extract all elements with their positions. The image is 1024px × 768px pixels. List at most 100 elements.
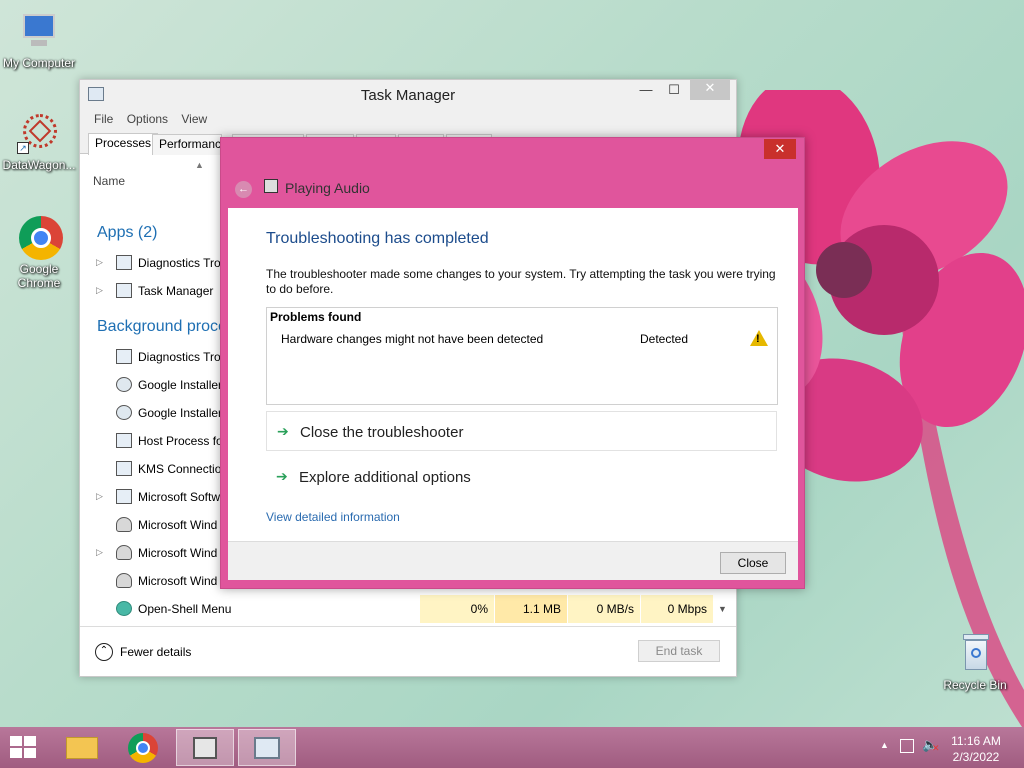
clock-time: 11:16 AM <box>951 734 1001 748</box>
memory-cell: 1.1 MB <box>495 595 567 623</box>
task-manager-icon <box>116 283 132 298</box>
task-manager-footer: ⌃ Fewer details End task <box>80 626 736 676</box>
chrome-icon <box>17 216 63 260</box>
file-explorer-icon <box>66 737 98 759</box>
menu-view[interactable]: View <box>181 112 207 126</box>
view-detailed-information-link[interactable]: View detailed information <box>266 510 400 524</box>
option-label: Explore additional options <box>299 469 471 486</box>
dialog-close-button[interactable]: ✕ <box>764 139 796 159</box>
process-name: Microsoft Softw <box>138 490 221 504</box>
problems-header: Problems found <box>270 310 362 324</box>
service-icon <box>116 433 132 448</box>
clock-date: 2/3/2022 <box>952 750 1000 764</box>
show-hidden-icons-icon[interactable]: ▲ <box>880 740 889 750</box>
computer-icon <box>17 10 61 54</box>
task-manager-icon <box>254 737 280 759</box>
expand-chevron-icon[interactable]: ▷ <box>96 491 103 502</box>
troubleshooter-icon <box>193 737 217 759</box>
user-process-icon <box>116 545 132 560</box>
scroll-down-icon[interactable]: ▼ <box>718 604 727 614</box>
recycle-bin-icon <box>953 632 997 676</box>
sort-arrow-icon: ▲ <box>195 160 204 170</box>
cpu-cell: 0% <box>420 595 494 623</box>
fewer-details-button[interactable]: Fewer details <box>120 645 191 659</box>
dialog-body: Troubleshooting has completed The troubl… <box>228 208 798 541</box>
process-name: Microsoft Wind <box>138 574 218 588</box>
column-name[interactable]: Name <box>93 174 125 188</box>
desktop-icon-datawagon[interactable]: ↗ DataWagon... <box>0 112 78 172</box>
problem-status: Detected <box>640 332 689 346</box>
expand-chevron-icon[interactable]: ▷ <box>96 285 103 296</box>
user-process-icon <box>116 517 132 532</box>
desktop-icon-label: Recycle Bin <box>943 678 1007 692</box>
desktop-icon-chrome[interactable]: Google Chrome <box>0 216 78 290</box>
arrow-right-icon: ➔ <box>277 423 289 439</box>
troubleshooter-dialog: ✕ ← Playing Audio Troubleshooting has co… <box>220 137 805 589</box>
menu-file[interactable]: File <box>94 112 113 126</box>
arrow-right-icon: ➔ <box>276 468 288 484</box>
taskbar-chrome[interactable] <box>114 729 172 766</box>
group-apps: Apps (2) <box>97 224 158 241</box>
close-button[interactable]: ✕ <box>690 80 730 100</box>
tab-processes[interactable]: Processes <box>88 133 159 155</box>
desktop-icon-my-computer[interactable]: My Computer <box>0 10 78 70</box>
process-name: Google Installer <box>138 406 223 420</box>
tab-performance[interactable]: Performanc <box>152 134 222 155</box>
network-cell: 0 Mbps <box>641 595 713 623</box>
table-row[interactable]: Open-Shell Menu 0% 1.1 MB 0 MB/s 0 Mbps … <box>80 595 736 623</box>
taskbar-troubleshooter[interactable] <box>176 729 234 766</box>
dialog-title: Playing Audio <box>285 180 370 196</box>
muted-x-icon: ✕ <box>932 743 940 753</box>
network-icon[interactable] <box>900 739 914 753</box>
maximize-button[interactable]: ☐ <box>660 82 688 102</box>
end-task-button[interactable]: End task <box>638 640 720 662</box>
start-button[interactable] <box>10 736 38 760</box>
explore-options-option[interactable]: ➔ Explore additional options <box>266 457 777 497</box>
completion-heading: Troubleshooting has completed <box>266 230 489 247</box>
disk-cell: 0 MB/s <box>568 595 640 623</box>
problem-description: Hardware changes might not have been det… <box>281 332 544 346</box>
problems-found-box: Problems found Hardware changes might no… <box>266 307 778 405</box>
troubleshooter-icon <box>116 349 132 364</box>
minimize-button[interactable]: — <box>632 82 660 102</box>
installer-icon <box>116 405 132 420</box>
chevron-up-icon[interactable]: ⌃ <box>95 643 113 661</box>
close-troubleshooter-option[interactable]: ➔ Close the troubleshooter <box>266 411 777 451</box>
taskbar-task-manager[interactable] <box>238 729 296 766</box>
taskbar: ▲ 🔈 ✕ 11:16 AM 2/3/2022 <box>0 727 1024 768</box>
process-name: Google Installer <box>138 378 223 392</box>
menu-options[interactable]: Options <box>127 112 168 126</box>
installer-icon <box>116 377 132 392</box>
process-name: Diagnostics Tro <box>138 350 221 364</box>
process-name: Diagnostics Tro <box>138 256 221 270</box>
chrome-center <box>136 741 150 755</box>
expand-chevron-icon[interactable]: ▷ <box>96 257 103 268</box>
desktop-icon-label: Google Chrome <box>17 262 61 290</box>
process-name: Microsoft Wind <box>138 546 218 560</box>
title-bar[interactable]: Task Manager — ☐ ✕ <box>80 80 736 108</box>
desktop-icon-recycle-bin[interactable]: Recycle Bin <box>936 632 1014 692</box>
back-arrow-icon[interactable]: ← <box>235 181 252 198</box>
open-shell-icon <box>116 601 132 616</box>
process-name: Open-Shell Menu <box>138 602 232 616</box>
dialog-footer: Close <box>228 541 798 580</box>
option-label: Close the troubleshooter <box>300 424 464 441</box>
process-name: Task Manager <box>138 284 214 298</box>
taskbar-file-explorer[interactable] <box>53 729 111 766</box>
desktop-icon-label: My Computer <box>2 56 76 70</box>
troubleshooter-icon <box>264 179 278 193</box>
troubleshooter-icon <box>116 255 132 270</box>
datawagon-icon: ↗ <box>17 112 61 156</box>
warning-icon: ! <box>750 330 768 346</box>
menu-bar: File Options View <box>80 108 736 130</box>
service-icon <box>116 489 132 504</box>
close-button[interactable]: Close <box>720 552 786 574</box>
clock[interactable]: 11:16 AM 2/3/2022 <box>946 733 1006 765</box>
service-icon <box>116 461 132 476</box>
desktop-icon-label: DataWagon... <box>2 158 76 172</box>
user-process-icon <box>116 573 132 588</box>
completion-description: The troubleshooter made some changes to … <box>266 267 776 296</box>
group-background: Background proce <box>97 318 227 335</box>
process-name: Microsoft Wind <box>138 518 218 532</box>
expand-chevron-icon[interactable]: ▷ <box>96 547 103 558</box>
